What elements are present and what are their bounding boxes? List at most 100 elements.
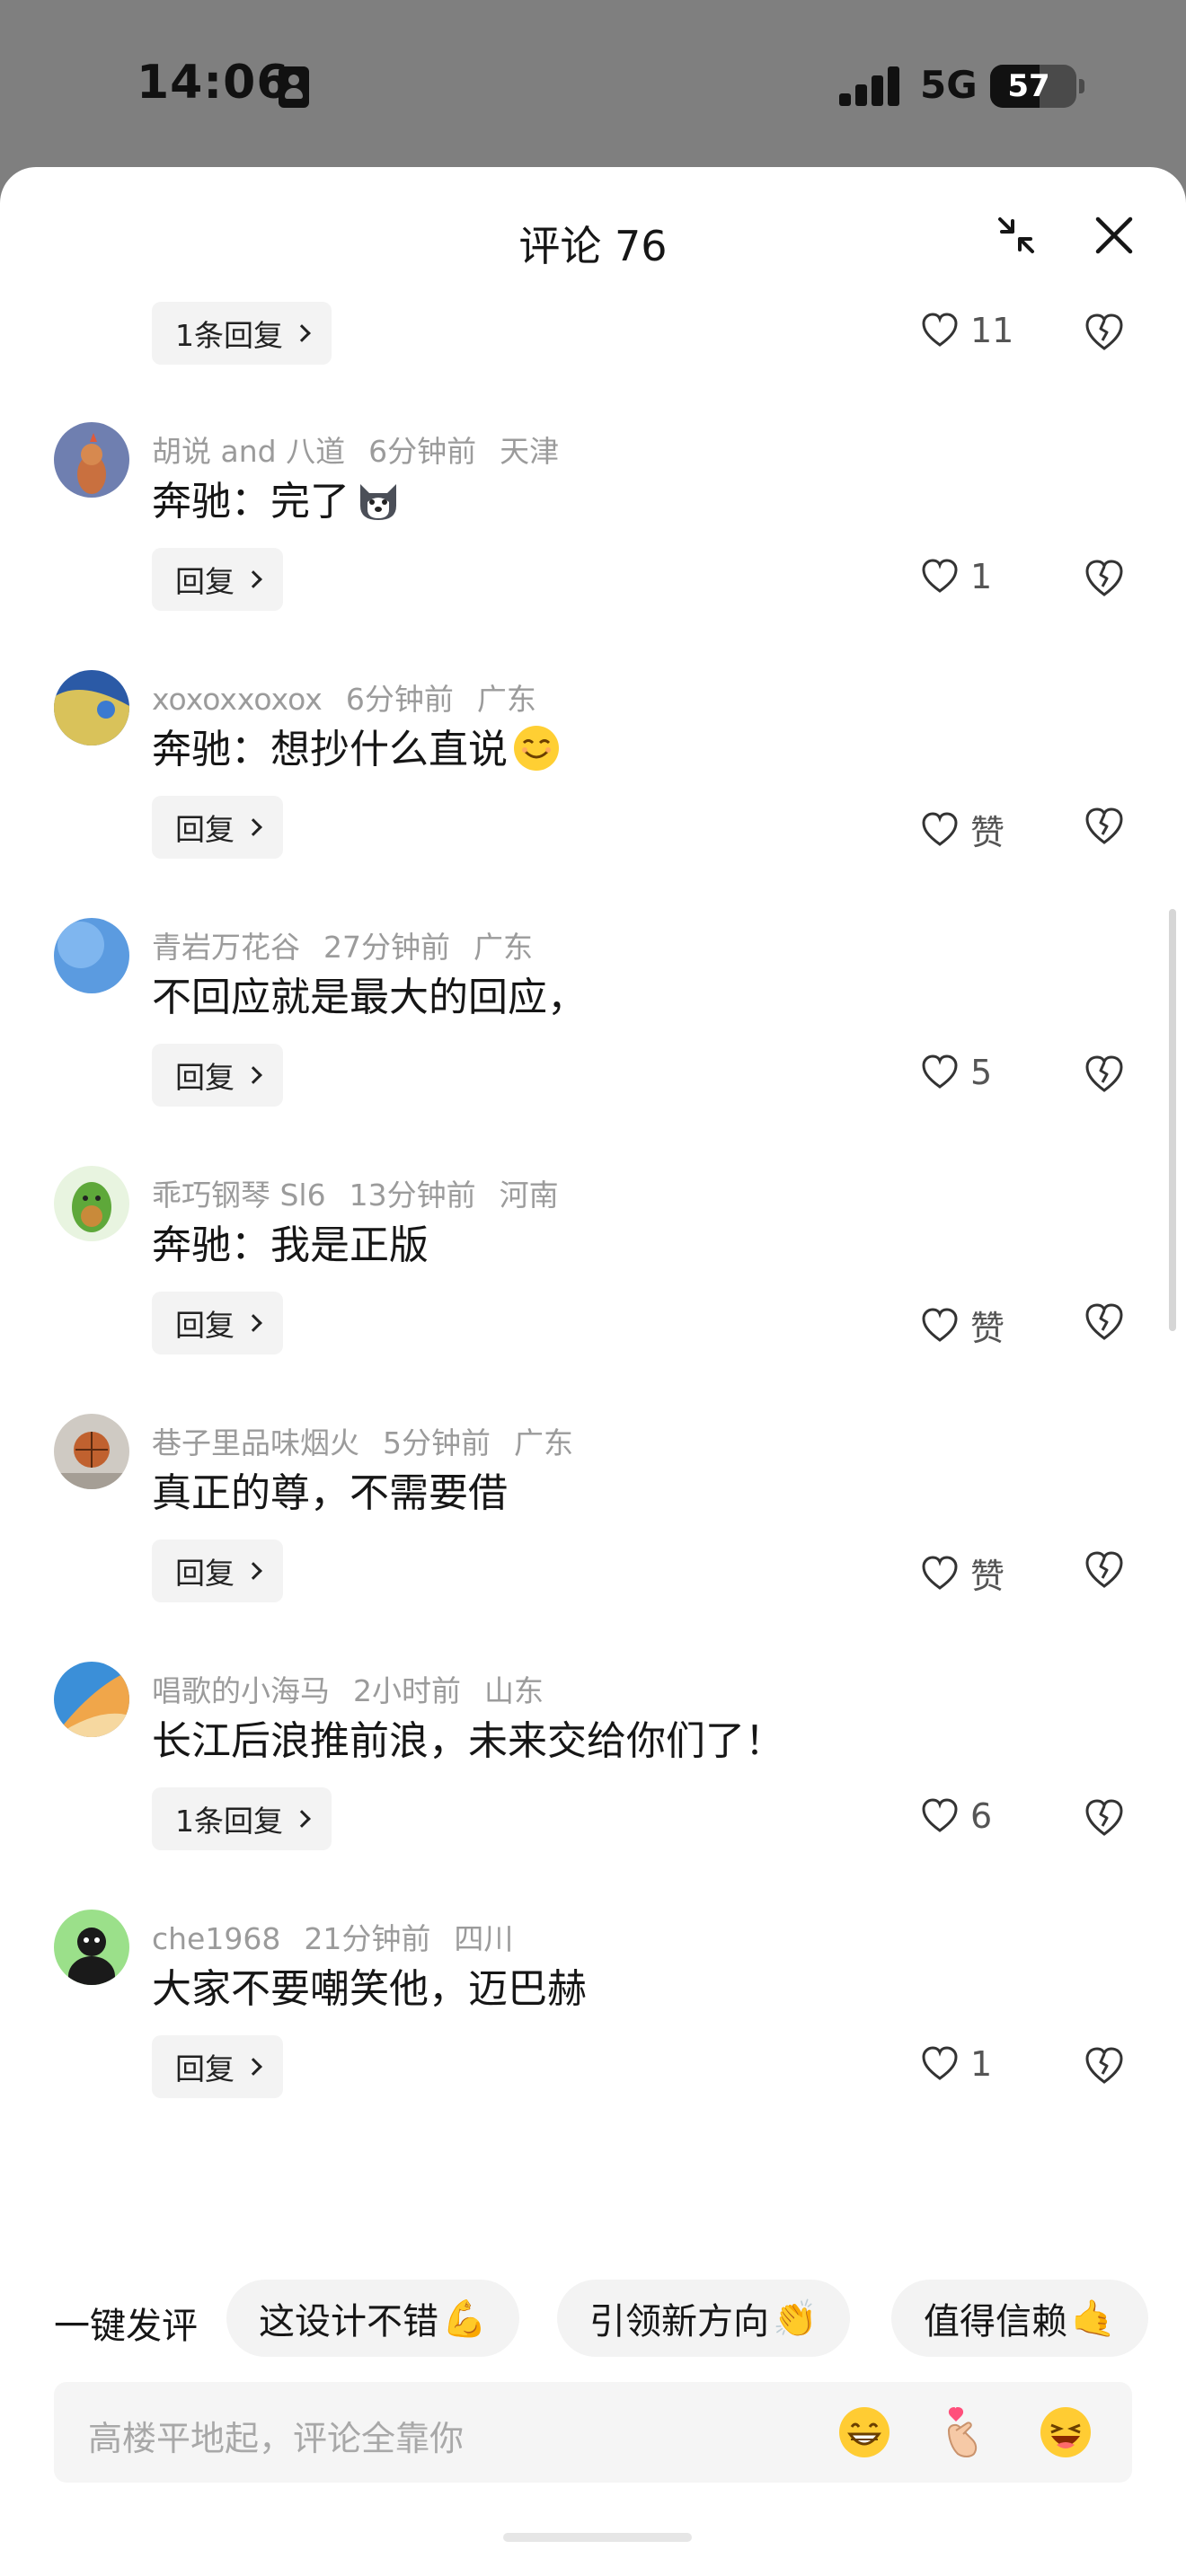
like-button[interactable]: 赞 — [920, 1301, 1005, 1350]
grin-icon[interactable] — [836, 2404, 893, 2461]
like-button[interactable]: 6 — [920, 1796, 992, 1836]
reply-button[interactable]: 回复 — [152, 1292, 283, 1354]
comment-input[interactable]: 高楼平地起，评论全靠你 — [54, 2382, 1132, 2483]
laugh-icon[interactable] — [1037, 2404, 1094, 2461]
heart-icon — [922, 811, 958, 846]
heart-icon — [922, 559, 958, 593]
reply-button[interactable]: 回复 — [152, 2035, 283, 2098]
reply-label: 回复 — [175, 1556, 235, 1591]
avatar[interactable] — [54, 1662, 129, 1737]
broken-heart-icon — [1085, 1551, 1123, 1588]
like-button[interactable]: 11 — [920, 311, 1013, 350]
like-button[interactable]: 5 — [920, 1053, 992, 1092]
view-replies-button[interactable]: 1条回复 — [152, 302, 332, 365]
dislike-button[interactable] — [1083, 805, 1126, 848]
reply-button[interactable]: 回复 — [152, 1539, 283, 1602]
reply-label: 回复 — [175, 1060, 235, 1095]
username[interactable]: 胡说 and 八道 — [152, 434, 345, 469]
dislike-button[interactable] — [1083, 1548, 1126, 1592]
avatar[interactable] — [54, 918, 129, 993]
avatar[interactable] — [54, 422, 129, 498]
scrollbar[interactable] — [1169, 909, 1176, 1331]
broken-heart-icon — [1085, 313, 1123, 350]
reply-button[interactable]: 回复 — [152, 796, 283, 859]
comment-item-partial: 1条回复 11 — [0, 302, 1186, 410]
comment-text: 不回应就是最大的回应， — [152, 965, 587, 1022]
reply-label: 1条回复 — [175, 1804, 283, 1839]
comment-text: 大家不要嘲笑他，迈巴赫 — [152, 1956, 587, 2014]
dislike-button[interactable] — [1083, 557, 1126, 600]
comment-item: 胡说 and 八道 6分钟前 天津 奔驰：完了 回复 1 — [0, 422, 1186, 670]
comment-body: 奔驰：想抄什么直说 — [152, 727, 508, 772]
network-type: 5G — [920, 63, 978, 107]
username[interactable]: che1968 — [152, 1921, 280, 1956]
chip-text: 这设计不错 — [259, 2301, 438, 2342]
heart-icon — [922, 1798, 958, 1832]
finger-heart-icon[interactable] — [936, 2404, 994, 2461]
reply-button[interactable]: 回复 — [152, 1044, 283, 1107]
broken-heart-icon — [1085, 1799, 1123, 1836]
avatar[interactable] — [54, 670, 129, 745]
comment-meta: 唱歌的小海马 2小时前 山东 — [152, 1667, 567, 1710]
quick-comment-chip[interactable]: 这设计不错 💪 — [226, 2280, 519, 2357]
quick-comment-chip[interactable]: 值得信赖 🤙 — [891, 2280, 1148, 2357]
comment-text: 奔驰：想抄什么直说 — [152, 717, 562, 777]
collapse-icon — [998, 217, 1034, 253]
reply-button[interactable]: 1条回复 — [152, 1787, 332, 1850]
dislike-button[interactable] — [1083, 1053, 1126, 1096]
comment-location: 天津 — [500, 434, 560, 469]
username[interactable]: 唱歌的小海马 — [152, 1673, 330, 1708]
username[interactable]: 青岩万花谷 — [152, 930, 300, 965]
dislike-button[interactable] — [1083, 311, 1126, 354]
battery-icon: 57 — [990, 65, 1084, 108]
close-button[interactable] — [1089, 210, 1139, 260]
comment-time: 5分钟前 — [383, 1425, 491, 1460]
username[interactable]: xoxoxxoxox — [152, 682, 323, 717]
comment-text: 真正的尊，不需要借 — [152, 1460, 508, 1518]
status-bar: 14:06 5G 57 — [0, 0, 1186, 171]
quick-comment-chip[interactable]: 引领新方向 👏 — [557, 2280, 850, 2357]
heart-icon — [922, 1054, 958, 1089]
collapse-button[interactable] — [993, 212, 1040, 259]
comment-meta: 巷子里品味烟火 5分钟前 广东 — [152, 1419, 597, 1462]
reply-label: 回复 — [175, 564, 235, 599]
broken-heart-icon — [1085, 1303, 1123, 1340]
flexed-biceps-icon: 💪 — [442, 2298, 487, 2340]
like-count: 11 — [970, 311, 1014, 350]
call-me-hand-icon: 🤙 — [1071, 2298, 1116, 2340]
dislike-button[interactable] — [1083, 2044, 1126, 2087]
like-button[interactable]: 赞 — [920, 1548, 1005, 1598]
broken-heart-icon — [1085, 560, 1123, 596]
avatar[interactable] — [54, 1414, 129, 1489]
like-count: 1 — [970, 2044, 993, 2084]
comment-body: 真正的尊，不需要借 — [152, 1470, 508, 1516]
comment-body: 奔驰：完了 — [152, 479, 350, 525]
username[interactable]: 乖巧钢琴 Sl6 — [152, 1178, 326, 1213]
comment-text: 奔驰：我是正版 — [152, 1213, 429, 1270]
comment-item: 唱歌的小海马 2小时前 山东 长江后浪推前浪，未来交给你们了！ 1条回复 6 — [0, 1662, 1186, 1910]
home-indicator — [503, 2533, 692, 2542]
reply-button[interactable]: 回复 — [152, 548, 283, 611]
like-button[interactable]: 1 — [920, 2044, 992, 2084]
comment-meta: che1968 21分钟前 四川 — [152, 1915, 536, 1958]
comment-time: 2小时前 — [353, 1673, 461, 1708]
comment-meta: xoxoxxoxox 6分钟前 广东 — [152, 675, 560, 719]
like-button[interactable]: 1 — [920, 557, 992, 596]
avatar[interactable] — [54, 1166, 129, 1241]
comment-time: 21分钟前 — [304, 1921, 431, 1956]
like-button[interactable]: 赞 — [920, 805, 1005, 854]
heart-icon — [922, 1555, 958, 1590]
status-time: 14:06 — [137, 56, 290, 110]
cellular-signal-icon — [839, 66, 900, 106]
avatar[interactable] — [54, 1910, 129, 1985]
comment-time: 13分钟前 — [349, 1178, 476, 1213]
username[interactable]: 巷子里品味烟火 — [152, 1425, 359, 1460]
comment-item: xoxoxxoxox 6分钟前 广东 奔驰：想抄什么直说回复 赞 — [0, 670, 1186, 918]
like-count: 赞 — [970, 813, 1005, 852]
comment-location: 广东 — [514, 1425, 573, 1460]
comment-input-placeholder: 高楼平地起，评论全靠你 — [88, 2419, 465, 2458]
dislike-button[interactable] — [1083, 1301, 1126, 1344]
dislike-button[interactable] — [1083, 1796, 1126, 1839]
heart-icon — [922, 1307, 958, 1342]
comment-body: 不回应就是最大的回应， — [152, 975, 587, 1020]
